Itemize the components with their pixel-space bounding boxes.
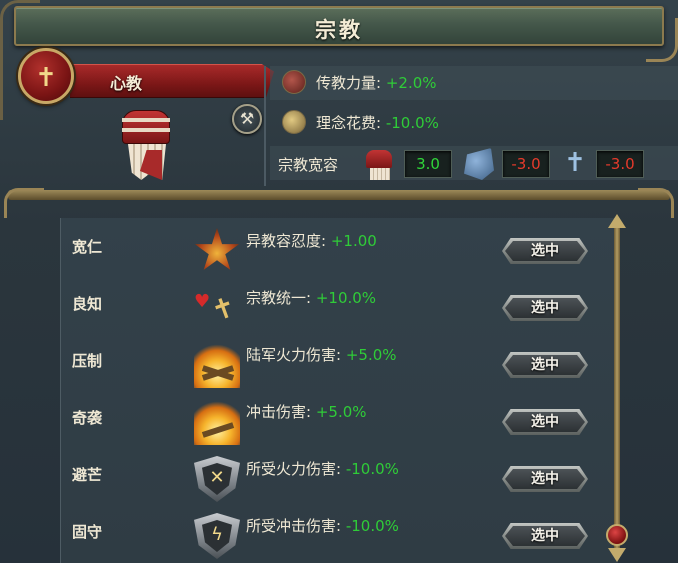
aspect-name: 宽仁 (72, 238, 103, 256)
heretic-icon (464, 148, 494, 180)
select-label: 选中 (531, 414, 559, 430)
fire-shield-icon: ✕ (194, 456, 240, 502)
tools-icon: ⚒ (239, 109, 255, 128)
frame-ornament-mid-left (4, 188, 44, 218)
true-faith-icon (364, 148, 394, 180)
header-separator (264, 66, 266, 186)
aspect-effect-label: 所受冲击伤害: (246, 517, 342, 535)
aspect-effect-value: +1.00 (330, 232, 377, 250)
aspect-name: 避芒 (72, 466, 103, 484)
missionary-strength-row: 传教力量: +2.0% (282, 68, 678, 98)
religion-name: 心教 (110, 74, 143, 93)
tolerance-row: 宗教宽容 3.0 -3.0 ✝ -3.0 (276, 146, 676, 182)
tolerance-true-value: 3.0 (404, 150, 452, 178)
idea-cost-label: 理念花费: (316, 114, 382, 132)
hat-stripe (122, 128, 170, 132)
heathen-cross-icon: ✝ (564, 148, 586, 178)
missionary-label: 传教力量: (316, 74, 382, 92)
title-bar: 宗教 (14, 6, 664, 46)
tolerance-label: 宗教宽容 (278, 156, 339, 174)
aspect-effect-value: -10.0% (345, 517, 399, 535)
missionary-value: +2.0% (385, 74, 437, 92)
select-aspect-button[interactable]: 选中 (502, 409, 588, 435)
heart-cross-icon: ♥ ✝ (194, 285, 240, 331)
select-label: 选中 (531, 243, 559, 259)
shock-fire-icon (194, 399, 240, 445)
missionary-icon (282, 70, 306, 94)
aspect-name: 压制 (72, 352, 103, 370)
select-aspect-button[interactable]: 选中 (502, 352, 588, 378)
frame-ornament-mid-right (638, 188, 674, 218)
cross-emblem-icon: ✝ (18, 48, 74, 104)
religion-window: 宗教 ✝ 心教 ⚒ 传教力量: +2.0% 理念花费: -10.0% 宗教宽容 (0, 0, 678, 563)
select-aspect-button[interactable]: 选中 (502, 238, 588, 264)
tolerance-heretic-value: -3.0 (502, 150, 550, 178)
aspect-effect-label: 冲击伤害: (246, 403, 312, 421)
select-label: 选中 (531, 528, 559, 544)
crossed-cannons-icon: ✕ (202, 463, 232, 495)
religion-banner (70, 64, 274, 98)
aspect-name: 奇袭 (72, 409, 103, 427)
scrollbar-thumb[interactable] (606, 524, 628, 546)
aspect-effect-label: 异教容忍度: (246, 232, 327, 250)
aspect-row: 避芒 ✕ 所受火力伤害: -10.0% 选中 (0, 452, 596, 509)
aspect-row: 奇袭 冲击伤害: +5.0% 选中 (0, 395, 596, 452)
idea-cost-row: 理念花费: -10.0% (282, 108, 678, 138)
select-label: 选中 (531, 357, 559, 373)
select-aspect-button[interactable]: 选中 (502, 523, 588, 549)
shock-shield-icon: ϟ (194, 513, 240, 559)
cross-icon: ✝ (206, 289, 241, 329)
aspect-row: 压制 陆军火力伤害: +5.0% 选中 (0, 338, 596, 395)
hat-cap (122, 110, 170, 144)
tolerance-heathen-value: -3.0 (596, 150, 644, 178)
swap-view-button[interactable]: ⚒ (232, 104, 262, 134)
aspect-effect-value: -10.0% (345, 460, 399, 478)
select-aspect-button[interactable]: 选中 (502, 466, 588, 492)
window-title: 宗教 (315, 17, 363, 42)
aspect-effect-label: 宗教统一: (246, 289, 312, 307)
aspect-name: 固守 (72, 523, 103, 541)
aspect-effect-value: +5.0% (315, 403, 367, 421)
lightning-icon: ϟ (202, 520, 232, 552)
aspect-effect-label: 陆军火力伤害: (246, 346, 342, 364)
emblem-glyph: ✝ (35, 63, 57, 93)
select-label: 选中 (531, 471, 559, 487)
aspect-row: 宽仁 异教容忍度: +1.00 选中 (0, 224, 596, 281)
hat-stripe (122, 118, 170, 122)
religion-hat-icon (118, 110, 174, 182)
idea-cost-value: -10.0% (385, 114, 439, 132)
select-aspect-button[interactable]: 选中 (502, 295, 588, 321)
aspect-effect-label: 所受火力伤害: (246, 460, 342, 478)
scrollbar-track[interactable] (614, 222, 620, 552)
ideas-icon (282, 110, 306, 134)
aspect-effect-value: +5.0% (345, 346, 397, 364)
aspect-effect-value: +10.0% (315, 289, 377, 307)
cannon-fire-icon (194, 342, 240, 388)
aspect-row: 固守 ϟ 所受冲击伤害: -10.0% 选中 (0, 509, 596, 563)
aspect-name: 良知 (72, 295, 103, 313)
burning-star-icon (194, 228, 240, 270)
section-divider (8, 190, 670, 200)
select-label: 选中 (531, 300, 559, 316)
aspect-row: 良知 ♥ ✝ 宗教统一: +10.0% 选中 (0, 281, 596, 338)
